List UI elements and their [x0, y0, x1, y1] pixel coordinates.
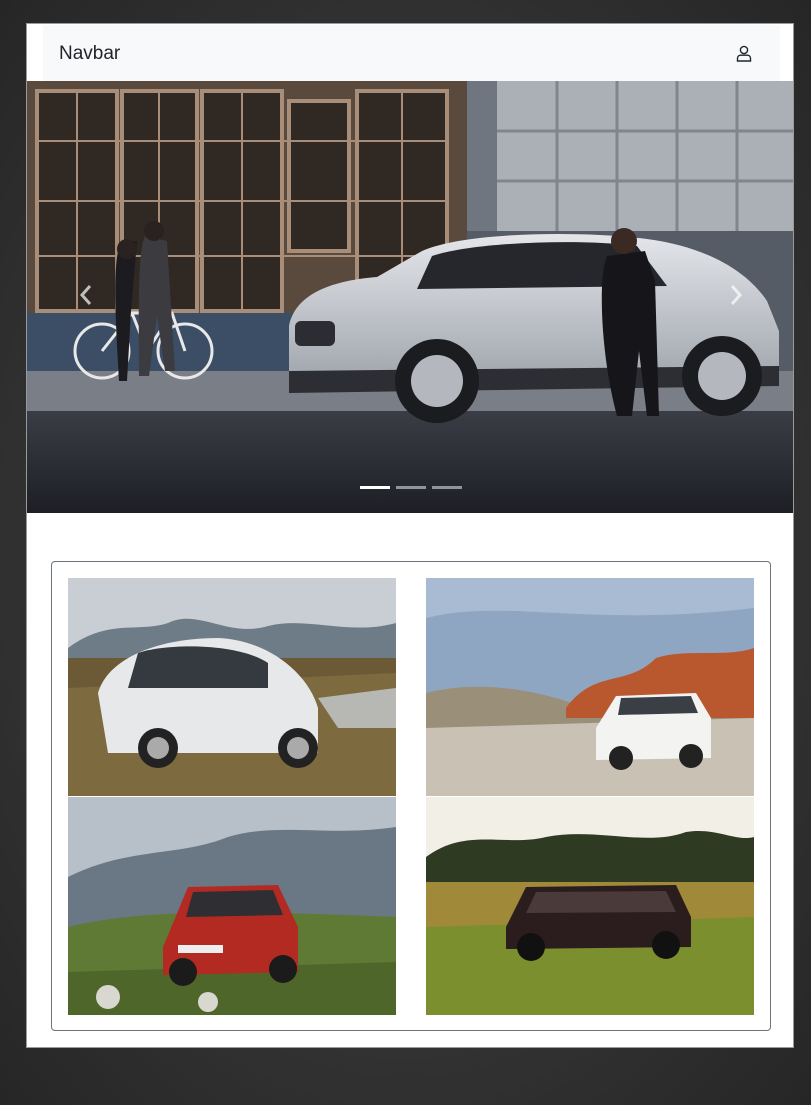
carousel-slide-image	[27, 81, 793, 513]
carousel-indicator-1[interactable]	[360, 486, 390, 489]
carousel-indicator-3[interactable]	[432, 486, 462, 489]
gallery-item-3[interactable]	[68, 797, 396, 1015]
browser-page: Navbar	[26, 23, 794, 1048]
user-icon[interactable]	[734, 44, 754, 64]
carousel-prev-button[interactable]	[27, 81, 137, 513]
chevron-right-icon	[729, 284, 743, 311]
hero-carousel	[27, 81, 793, 513]
carousel-indicator-2[interactable]	[396, 486, 426, 489]
carousel-indicators	[27, 486, 793, 489]
carousel-next-button[interactable]	[685, 81, 793, 513]
car-gallery	[51, 561, 771, 1031]
gallery-item-2[interactable]	[426, 578, 754, 796]
navbar: Navbar	[43, 25, 780, 82]
navbar-brand[interactable]: Navbar	[59, 43, 120, 65]
chevron-left-icon	[79, 284, 93, 311]
gallery-item-1[interactable]	[68, 578, 396, 796]
gallery-item-4[interactable]	[426, 797, 754, 1015]
